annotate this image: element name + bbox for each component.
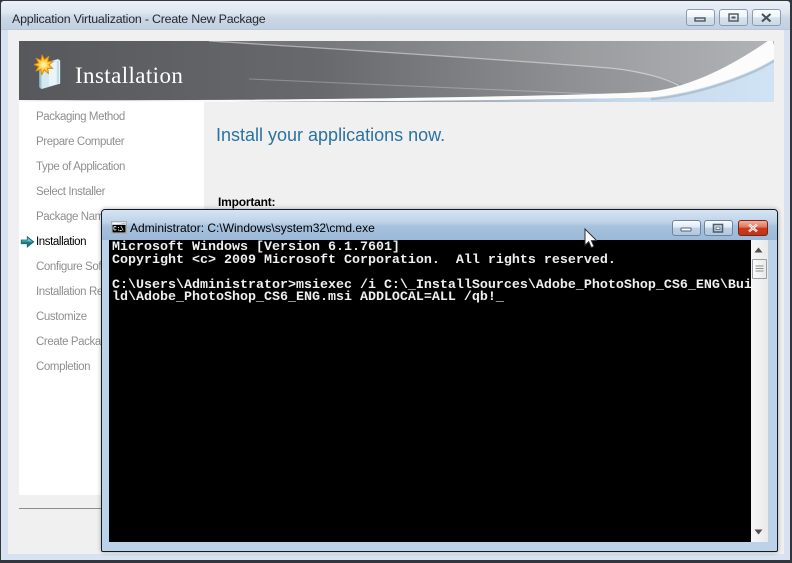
svg-text:C:\: C:\ [113,226,124,233]
